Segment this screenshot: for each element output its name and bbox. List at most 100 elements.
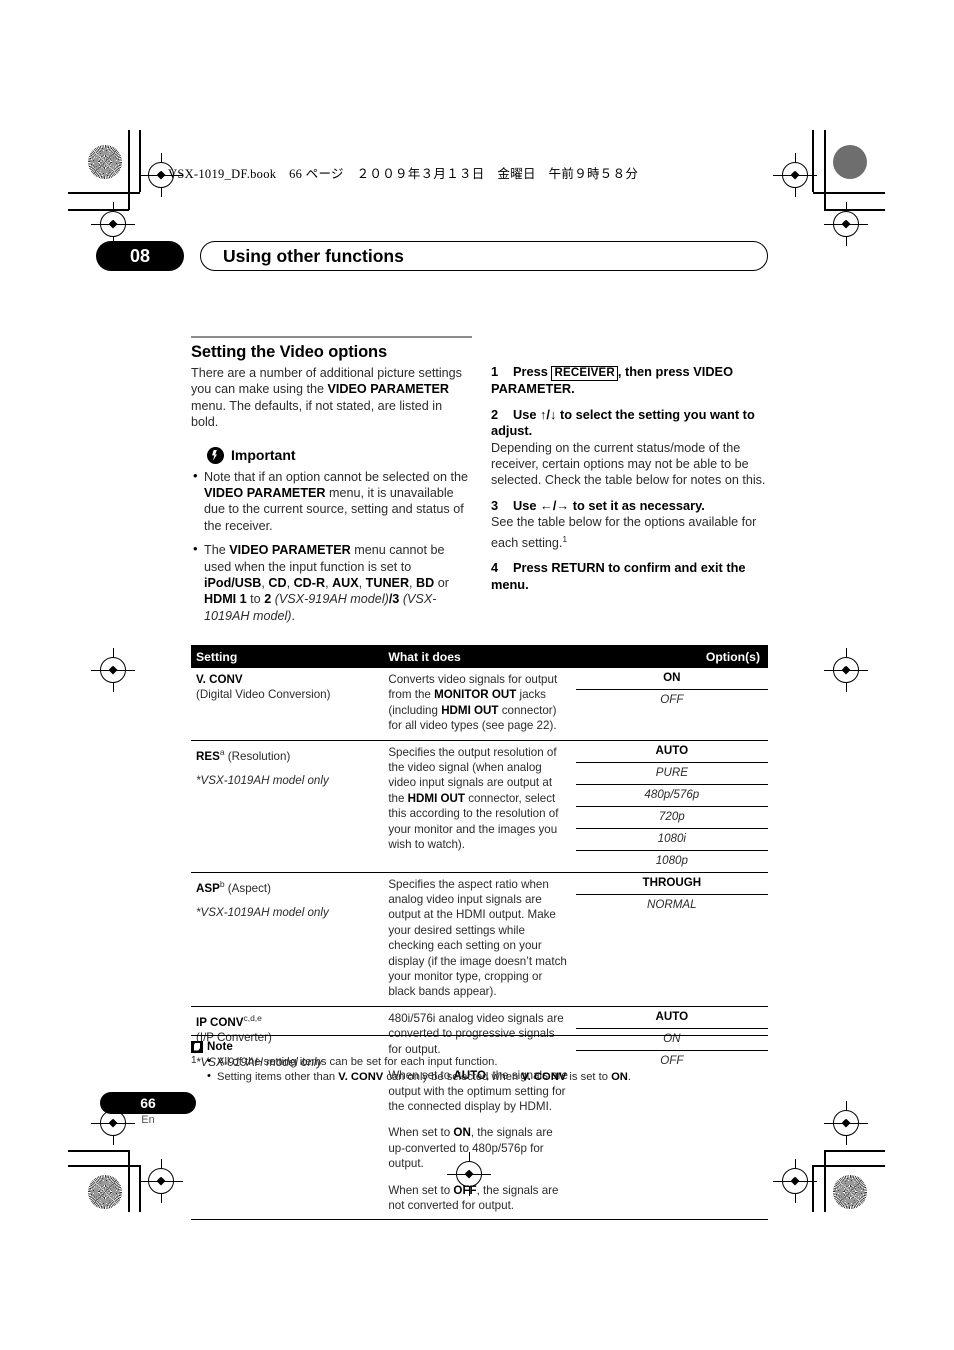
receiver-key-label: RECEIVER: [551, 366, 618, 381]
step-number: 2: [491, 406, 499, 422]
exclamation-circle-icon: [207, 446, 224, 464]
important-label: Important: [231, 447, 296, 464]
important-heading: Important: [207, 446, 472, 464]
crop-mark-tr-v: [812, 130, 814, 192]
crop-mark-tl-h: [68, 192, 140, 194]
model-note: *VSX-1019AH model only: [196, 773, 329, 787]
setting-footnote-ref: c,d,e: [243, 1012, 262, 1023]
registration-mark-right-upper: [824, 202, 868, 246]
halftone-patch-tl: [88, 145, 122, 179]
step-number: 3: [491, 497, 499, 513]
registration-mark-left-lower: [139, 1159, 183, 1203]
chapter-number: 08: [96, 241, 184, 271]
setting-description: (Resolution): [224, 749, 291, 763]
list-item: Setting items other than V. CONV can onl…: [191, 1069, 768, 1085]
description-paragraph: Specifies the aspect ratio when analog v…: [388, 877, 567, 999]
registration-mark-right-middle: [824, 648, 868, 692]
crop-mark-br-v: [812, 1165, 814, 1212]
setting-name: V. CONV: [196, 673, 243, 686]
step-number: 1: [491, 364, 499, 379]
note-label: Note: [207, 1040, 233, 1053]
table-header-row: Setting What it does Option(s): [191, 645, 768, 668]
cell-options: AUTO PURE 480p/576p 720p 1080i 1080p: [575, 740, 768, 873]
page-title: Setting the Video options: [191, 343, 388, 361]
print-header-text: VSX-1019_DF.book 66 ページ ２００９年３月１３日 金曜日 午…: [168, 167, 639, 181]
steps-list: 1 Press RECEIVER, then press VIDEO PARAME…: [491, 364, 772, 593]
cell-setting: RESa (Resolution) *VSX-1019AH model only: [191, 740, 384, 873]
cell-description: Converts video signals for output from t…: [383, 668, 576, 741]
table-row: V. CONV (Digital Video Conversion) Convert…: [191, 668, 768, 741]
setting-name: ASP: [196, 881, 220, 895]
list-item: Note that if an option cannot be selecte…: [191, 468, 472, 535]
cell-options: THROUGH NORMAL: [575, 872, 768, 1007]
setting-name: IP CONV: [196, 1015, 244, 1029]
registration-mark-right-lower: [773, 1159, 817, 1203]
right-column: 1 Press RECEIVER, then press VIDEO PARAME…: [491, 364, 772, 602]
option-value: 1080i: [575, 829, 768, 851]
footnote-ref: 1: [562, 533, 568, 544]
cell-description: Specifies the aspect ratio when analog v…: [383, 872, 576, 1007]
table-body: V. CONV (Digital Video Conversion) Convert…: [191, 668, 768, 1221]
halftone-patch-bl: [88, 1175, 122, 1209]
cell-setting: ASPb (Aspect) *VSX-1019AH model only: [191, 872, 384, 1007]
left-column: Setting the Video options There are a nu…: [191, 336, 472, 632]
note-icon: [191, 1040, 203, 1053]
table-row: RESa (Resolution) *VSX-1019AH model only S…: [191, 740, 768, 873]
setting-name: RES: [196, 749, 220, 763]
crop-mark-br-h2: [813, 1165, 885, 1167]
cell-options: ON OFF: [575, 668, 768, 741]
chapter-header: 08 Using other functions: [96, 241, 768, 271]
registration-mark-bottom-right: [824, 1101, 868, 1145]
registration-mark-left-upper: [91, 202, 135, 246]
registration-mark-top-right: [773, 153, 817, 197]
crop-mark-tl-v: [128, 130, 130, 210]
option-default: AUTO: [575, 741, 768, 763]
option-value: NORMAL: [647, 897, 697, 911]
table-head: Setting What it does Option(s): [191, 645, 768, 668]
note-heading: Note: [191, 1040, 768, 1053]
description-paragraph: When set to OFF, the signals are not con…: [388, 1183, 559, 1212]
option-value: 1080p: [655, 853, 688, 867]
step-body: See the table below for the options avai…: [491, 515, 757, 550]
description-paragraph: Converts video signals for output from t…: [388, 673, 558, 733]
halftone-patch-br: [833, 1175, 867, 1209]
description-paragraph: Specifies the output resolution of the v…: [388, 745, 559, 852]
option-value: 720p: [575, 807, 768, 829]
crop-mark-bl-v: [128, 1150, 130, 1212]
video-options-table: Setting What it does Option(s) V. CONV (D…: [191, 645, 768, 1221]
procedure-step: 1 Press RECEIVER, then press VIDEO PARAME…: [491, 364, 772, 398]
step-heading: 4 Press RETURN to confirm and exit the me…: [491, 560, 746, 592]
option-default: ON: [575, 668, 768, 690]
crop-mark-br-v2: [824, 1150, 826, 1212]
crop-mark-bl-h: [68, 1150, 129, 1152]
note-items: 1 All of the setting items can be set fo…: [191, 1054, 768, 1085]
halftone-patch-tr: [833, 145, 867, 179]
description-paragraph: When set to ON, the signals are up-conve…: [388, 1126, 553, 1171]
important-bullet-list: Note that if an option cannot be selecte…: [191, 468, 472, 625]
model-note: *VSX-1019AH model only: [196, 905, 329, 919]
note-section: Note 1 All of the setting items can be s…: [191, 1035, 768, 1084]
step-heading: 1 Press RECEIVER, then press VIDEO PARAME…: [491, 364, 734, 397]
cell-description: Specifies the output resolution of the v…: [383, 740, 576, 873]
list-item: All of the setting items can be set for …: [191, 1054, 768, 1070]
option-default: THROUGH: [575, 873, 768, 895]
list-item: The VIDEO PARAMETER menu cannot be used …: [191, 541, 472, 624]
crop-mark-tr-h: [813, 192, 885, 194]
setting-description: (Digital Video Conversion): [196, 688, 331, 702]
intro-paragraph: There are a number of additional picture…: [191, 366, 462, 430]
crop-mark-bl-h2: [68, 1165, 140, 1167]
page-number-badge: 66: [100, 1092, 196, 1114]
step-number: 4: [491, 560, 499, 576]
note-rule: [191, 1035, 768, 1036]
column-header-options: Option(s): [575, 645, 768, 668]
procedure-step: 2 Use ↑/↓ to select the setting you want …: [491, 407, 772, 489]
registration-mark-left-middle: [91, 648, 135, 692]
procedure-step: 4 Press RETURN to confirm and exit the me…: [491, 560, 772, 593]
step-body: Depending on the current status/mode of …: [491, 440, 766, 488]
option-value: PURE: [575, 763, 768, 785]
column-header-setting: Setting: [191, 645, 384, 668]
cell-setting: V. CONV (Digital Video Conversion): [191, 668, 384, 741]
procedure-step: 3 Use ←/→ to set it as necessary. See the …: [491, 498, 772, 551]
crop-mark-tr-v2: [824, 130, 826, 210]
section-rule: [191, 336, 472, 338]
